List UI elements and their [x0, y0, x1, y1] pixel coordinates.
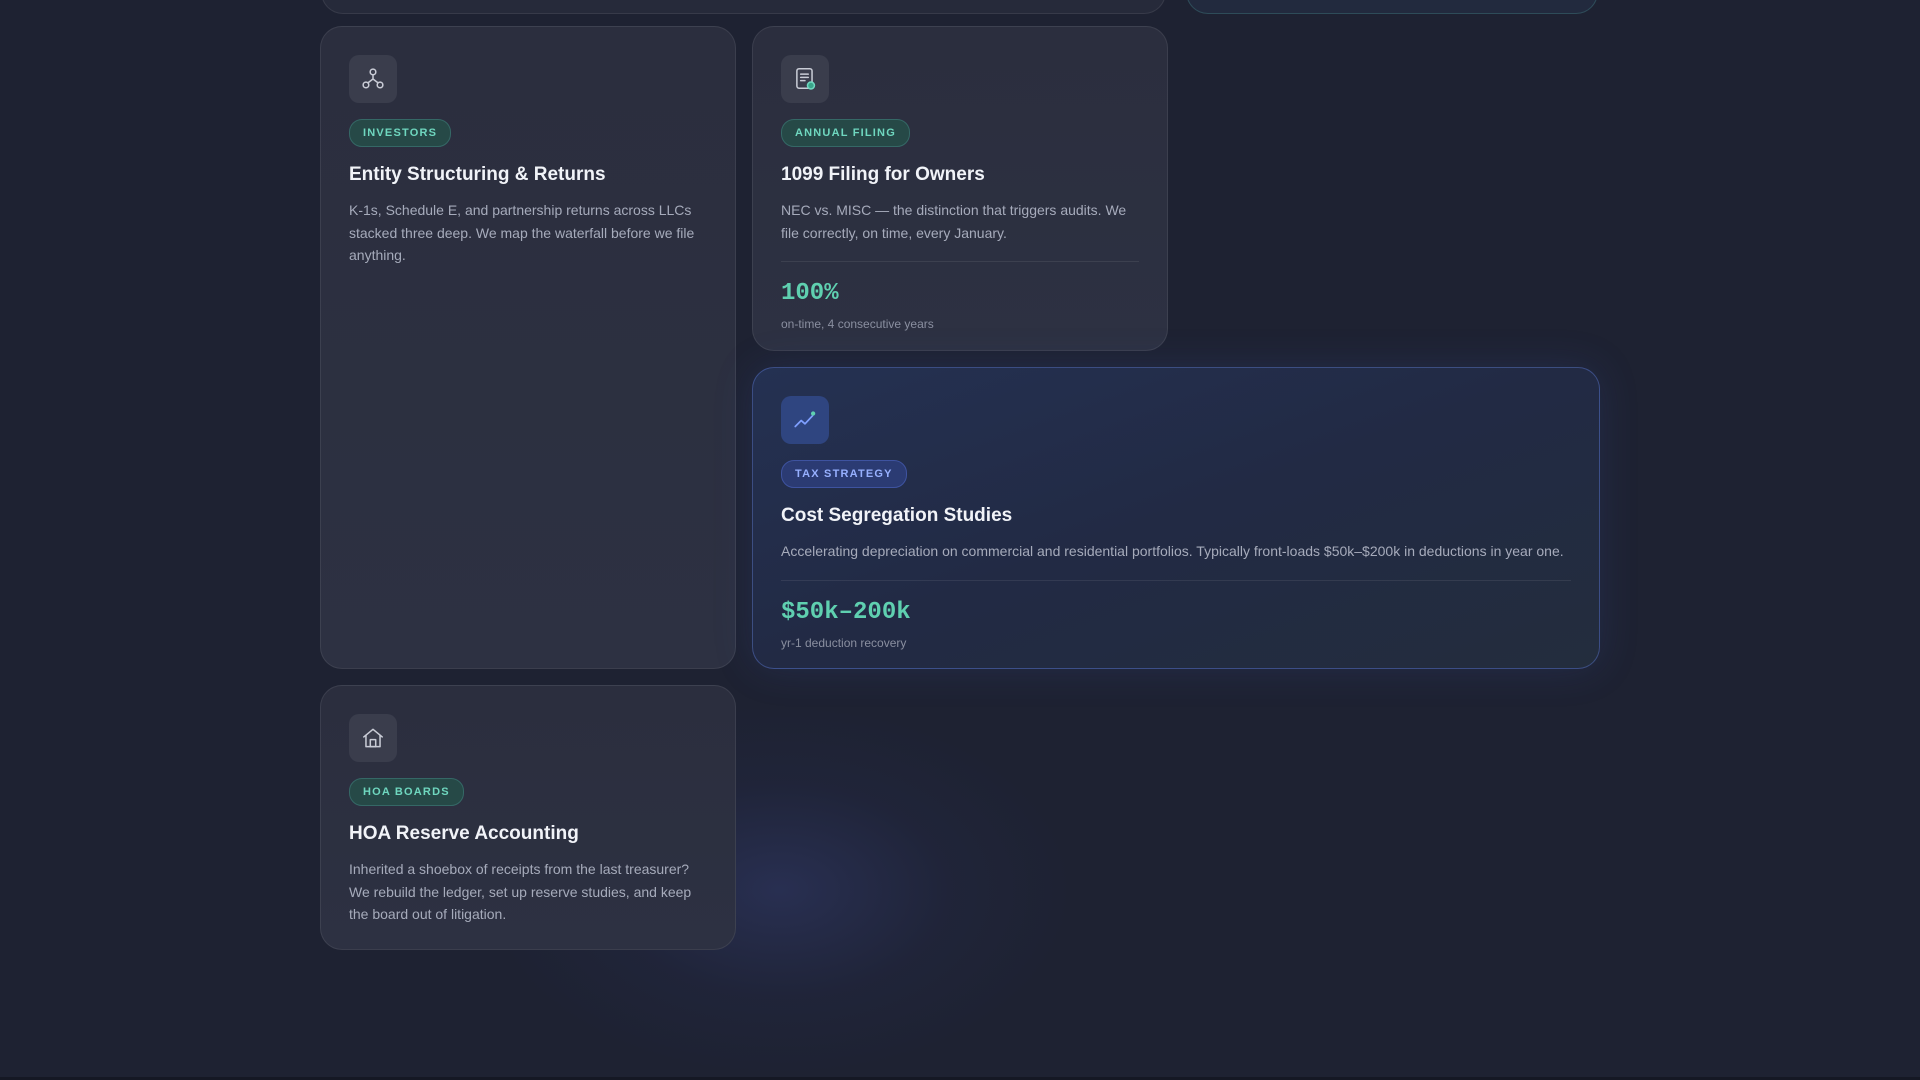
card-above-featured-partial: [1186, 0, 1598, 14]
card-description: K-1s, Schedule E, and partnership return…: [349, 202, 695, 263]
card-title: Entity Structuring & Returns: [349, 164, 606, 185]
service-card-investors[interactable]: INVESTORS Entity Structuring & Returns K…: [320, 26, 736, 669]
icon-container: [349, 714, 397, 762]
icon-container: [781, 396, 829, 444]
card-description: NEC vs. MISC — the distinction that trig…: [781, 202, 1127, 241]
service-card-annual-filing[interactable]: ANNUAL FILING 1099 Filing for Owners NEC…: [752, 26, 1168, 351]
service-card-tax-strategy[interactable]: TAX STRATEGY Cost Segregation Studies Ac…: [752, 367, 1600, 669]
card-description: Inherited a shoebox of receipts from the…: [349, 861, 692, 922]
icon-container: [781, 55, 829, 103]
stat-label: yr-1 deduction recovery: [781, 635, 907, 650]
service-card-hoa-boards[interactable]: HOA BOARDS HOA Reserve Accounting Inheri…: [320, 685, 736, 950]
divider: [781, 579, 1571, 581]
stat-value: $50k–200k: [781, 598, 911, 626]
stat-label: on-time, 4 consecutive years: [781, 317, 934, 331]
category-badge: INVESTORS: [349, 119, 452, 147]
card-description: Accelerating depreciation on commercial …: [781, 543, 1564, 559]
category-badge: HOA BOARDS: [349, 778, 464, 806]
stat-value: 100%: [781, 280, 839, 307]
card-title: 1099 Filing for Owners: [781, 164, 985, 185]
trend-chart-icon: [794, 411, 816, 428]
category-badge: ANNUAL FILING: [781, 119, 910, 147]
card-title: Cost Segregation Studies: [781, 505, 1013, 526]
document-check-icon: [796, 67, 816, 90]
card-above-partial: [321, 0, 1166, 14]
icon-container: [349, 55, 397, 103]
divider: [781, 261, 1139, 262]
network-nodes-icon: [362, 68, 384, 89]
card-title: HOA Reserve Accounting: [349, 823, 579, 844]
category-badge: TAX STRATEGY: [781, 460, 907, 488]
house-icon: [363, 728, 383, 748]
